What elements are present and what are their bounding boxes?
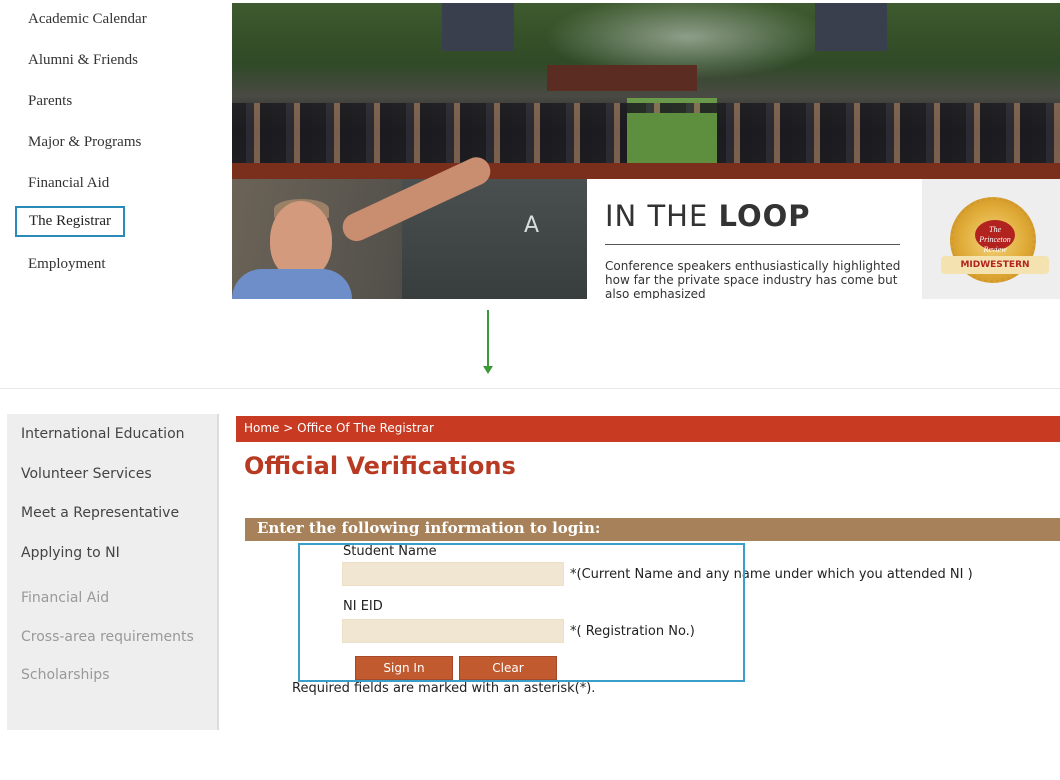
award-badge-panel: The Princeton Review MIDWESTERN bbox=[922, 179, 1060, 299]
graduation-ceremony-photo bbox=[232, 3, 1060, 173]
loop-title-bold: LOOP bbox=[718, 199, 811, 233]
menu-meet-representative[interactable]: Meet a Representative bbox=[21, 505, 179, 521]
menu-scholarships[interactable]: Scholarships bbox=[21, 667, 109, 683]
in-the-loop-panel[interactable]: IN THE LOOP Conference speakers enthusia… bbox=[587, 179, 922, 299]
menu-financial-aid[interactable]: Financial Aid bbox=[21, 590, 109, 606]
arrow-head-icon bbox=[483, 366, 493, 374]
side-menu: International Education Volunteer Servic… bbox=[7, 414, 219, 730]
login-section-header: Enter the following information to login… bbox=[245, 518, 1060, 541]
banner-flag-right bbox=[815, 3, 887, 51]
student-name-hint: *(Current Name and any name under which … bbox=[570, 567, 973, 582]
princeton-review-seal-icon: The Princeton Review MIDWESTERN bbox=[941, 197, 1049, 283]
professor-head bbox=[270, 201, 332, 279]
ni-eid-hint: *( Registration No.) bbox=[570, 624, 695, 639]
menu-international-education[interactable]: International Education bbox=[21, 426, 185, 442]
required-fields-note: Required fields are marked with an aster… bbox=[292, 681, 596, 696]
nav-alumni-friends[interactable]: Alumni & Friends bbox=[28, 52, 138, 69]
nav-major-programs[interactable]: Major & Programs bbox=[28, 134, 141, 151]
lawn-aisle bbox=[627, 113, 717, 168]
menu-volunteer-services[interactable]: Volunteer Services bbox=[21, 466, 152, 482]
down-arrow-icon bbox=[487, 310, 489, 368]
nav-academic-calendar[interactable]: Academic Calendar bbox=[28, 11, 147, 28]
professor-photo[interactable]: A bbox=[232, 152, 587, 299]
student-name-input[interactable] bbox=[342, 562, 564, 586]
login-header-text: Enter the following information to login… bbox=[257, 519, 601, 537]
stage-podium bbox=[547, 65, 697, 91]
chalkboard-letter: A bbox=[524, 213, 540, 238]
menu-applying-to-ni[interactable]: Applying to NI bbox=[21, 545, 120, 561]
hero-banner: A IN THE LOOP Conference speakers enthus… bbox=[232, 3, 1060, 299]
loop-teaser-text: Conference speakers enthusiastically hig… bbox=[605, 259, 901, 299]
seal-ribbon-text: MIDWESTERN bbox=[941, 256, 1049, 274]
student-name-label: Student Name bbox=[343, 544, 437, 559]
loop-title-light: IN THE bbox=[605, 199, 719, 233]
in-the-loop-title: IN THE LOOP bbox=[605, 199, 811, 233]
ni-eid-label: NI EID bbox=[343, 599, 383, 614]
seal-inner-text: The Princeton Review bbox=[975, 220, 1015, 254]
professor-shirt bbox=[232, 269, 352, 299]
nav-the-registrar[interactable]: The Registrar bbox=[15, 206, 126, 237]
ni-eid-input[interactable] bbox=[342, 619, 564, 643]
banner-flag-left bbox=[442, 3, 514, 51]
clear-button[interactable]: Clear bbox=[459, 656, 557, 680]
sign-in-button[interactable]: Sign In bbox=[355, 656, 453, 680]
page-title: Official Verifications bbox=[244, 452, 516, 480]
loop-divider bbox=[605, 244, 900, 245]
top-navigation: Academic Calendar Alumni & Friends Paren… bbox=[0, 0, 220, 300]
nav-financial-aid[interactable]: Financial Aid bbox=[28, 175, 109, 192]
breadcrumb[interactable]: Home > Office Of The Registrar bbox=[244, 421, 434, 435]
banner-divider-strip bbox=[232, 163, 1060, 179]
nav-employment[interactable]: Employment bbox=[28, 256, 106, 273]
breadcrumb-bar: Home > Office Of The Registrar bbox=[236, 416, 1060, 442]
nav-parents[interactable]: Parents bbox=[28, 93, 72, 110]
menu-cross-area-requirements[interactable]: Cross-area requirements bbox=[21, 629, 194, 645]
section-divider bbox=[0, 388, 1060, 389]
